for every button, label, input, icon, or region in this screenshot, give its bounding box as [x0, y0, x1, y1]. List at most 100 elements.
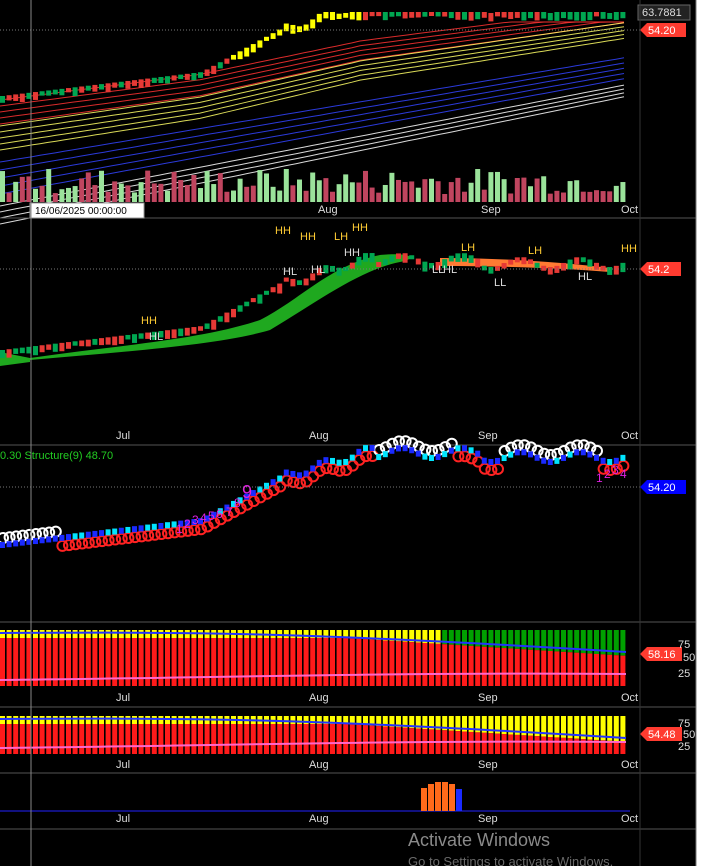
demark-candle: [118, 527, 124, 534]
demark-price-tag-label: 54.20: [648, 482, 676, 494]
oscillator-bar: [217, 638, 223, 686]
volume-bar: [607, 191, 613, 202]
oscillator-bar: [33, 724, 38, 754]
demark-candle: [561, 454, 566, 461]
volume-bar: [534, 178, 540, 202]
trading-chart[interactable]: 63.7881 54.20 16/06/2025 00:00:00 Aug Se…: [0, 0, 712, 866]
volume-bar: [118, 183, 124, 202]
volume-bar: [231, 190, 236, 202]
oscillator-bar: [237, 638, 243, 686]
oscillator-bar: [554, 737, 560, 754]
demark-candle: [336, 459, 342, 466]
oscillator-bar: [33, 716, 38, 724]
price-candle: [580, 12, 586, 21]
swing-label: LH: [528, 245, 542, 257]
volume-bar: [244, 186, 250, 202]
oscillator-bar: [567, 652, 573, 686]
oscillator-bar: [501, 734, 507, 754]
demark-price-tag: 54.20: [640, 480, 686, 494]
demark-candle: [481, 457, 487, 464]
oscillator-bar: [158, 638, 164, 686]
price-candle: [541, 12, 547, 19]
structure-candle: [79, 340, 85, 347]
price-candle: [574, 12, 580, 21]
price-candle: [613, 12, 619, 20]
demark-candle: [105, 529, 111, 536]
structure-candle: [283, 277, 289, 282]
structure-candle: [534, 262, 540, 268]
volume-bar: [13, 181, 19, 202]
swing-label: LL: [494, 277, 506, 289]
structure-candle: [204, 323, 210, 329]
price-candle: [270, 33, 276, 39]
oscillator-bar: [79, 724, 85, 754]
demark-candle: [0, 542, 5, 548]
oscillator-bar: [356, 638, 362, 686]
structure-candle: [184, 327, 190, 336]
price-candle: [0, 96, 5, 103]
structure-candle: [118, 335, 124, 344]
oscillator-bar: [6, 638, 12, 686]
oscillator-bar: [283, 630, 289, 638]
oscillator-bar: [39, 724, 45, 754]
demark-candle: [422, 453, 428, 460]
oscillator-bar: [343, 638, 349, 686]
structure-candle: [231, 308, 236, 318]
oscillator-bar: [105, 630, 111, 638]
oscillator-bar: [376, 640, 382, 686]
volume-bar: [541, 176, 547, 202]
oscillator-bar: [145, 724, 151, 754]
demark-candle: [132, 526, 137, 533]
oscillator-bar: [283, 716, 289, 724]
structure-candle: [125, 334, 131, 340]
oscillator-bar: [250, 724, 256, 754]
structure-candle: [580, 257, 586, 263]
oscillator-bar: [316, 638, 322, 686]
oscillator-bar: [290, 716, 296, 724]
structure-candle: [541, 265, 547, 271]
oscillator-bar: [462, 645, 467, 686]
oscillator-bar: [264, 638, 269, 686]
oscillator-bar: [105, 716, 111, 724]
side-toolbar[interactable]: [696, 0, 712, 866]
oscillator-bar: [13, 630, 19, 638]
osc-b-level-50: 50: [683, 729, 695, 741]
price-candle: [198, 72, 203, 78]
price-candle: [528, 12, 533, 19]
price-candle: [92, 84, 98, 92]
oscillator-bar: [607, 654, 613, 686]
price-candle: [158, 76, 164, 84]
price-candle: [145, 78, 151, 87]
volume-bar: [19, 176, 25, 202]
demark-candle: [495, 457, 500, 464]
oscillator-bar: [264, 724, 269, 754]
volume-bar: [382, 184, 388, 202]
oscillator-bar: [488, 647, 494, 686]
swing-label: HH: [621, 243, 637, 255]
price-candle: [336, 13, 342, 20]
histogram-bar: [421, 788, 427, 811]
structure-candle: [376, 262, 382, 268]
oscillator-bar: [184, 638, 190, 686]
oscillator-bar: [224, 638, 230, 686]
volume-bar: [277, 190, 283, 202]
oscillator-bar: [211, 638, 217, 686]
volume-bar: [290, 185, 296, 202]
oscillator-bar: [283, 638, 289, 686]
structure-candle: [132, 334, 137, 343]
oscillator-bar: [118, 724, 124, 754]
price-candle: [402, 12, 408, 19]
oscillator-bar: [66, 724, 71, 754]
oscillator-bar: [257, 724, 263, 754]
volume-bar: [198, 188, 203, 202]
demark-count: 3: [612, 463, 619, 477]
oscillator-bar: [613, 741, 619, 754]
price-candle: [59, 88, 65, 96]
oscillator-bar: [257, 638, 263, 686]
volume-bar: [145, 170, 151, 202]
demark-candle: [46, 536, 52, 543]
structure-candle: [547, 266, 553, 275]
oscillator-bar: [39, 716, 45, 724]
demark-candle: [574, 449, 580, 456]
oscillator-bar: [600, 654, 606, 686]
